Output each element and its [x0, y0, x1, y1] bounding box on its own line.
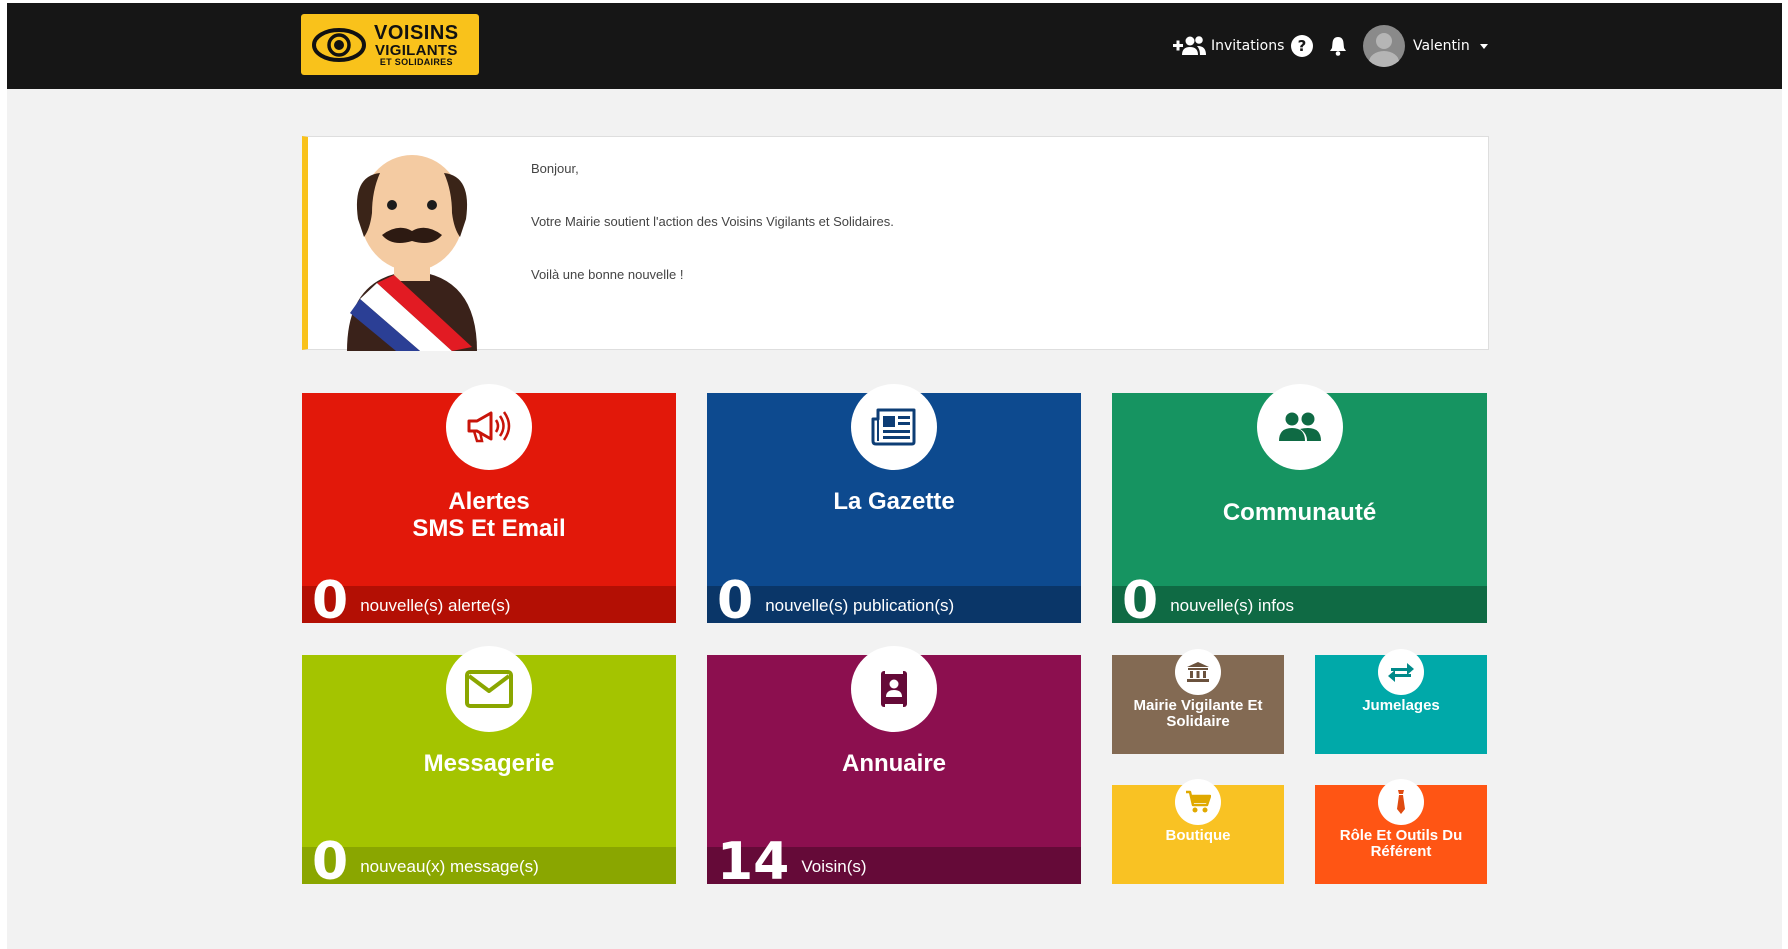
logo-text: VOISINS VIGILANTS ET SOLIDAIRES: [374, 23, 459, 67]
logo-line-1: VOISINS: [374, 22, 459, 44]
messagerie-title: Messagerie: [423, 750, 555, 777]
messagerie-count: 0: [312, 832, 349, 892]
megaphone-icon: [467, 411, 511, 443]
communaute-icon-circle: [1256, 384, 1343, 470]
mairie-icon-circle: [1175, 649, 1221, 695]
alertes-title-line-1: Alertes: [448, 488, 530, 515]
town-hall-icon: [1187, 662, 1209, 682]
referent-title: Rôle Et Outils Du Référent: [1339, 827, 1463, 860]
eye-icon: [312, 28, 366, 62]
gazette-title: La Gazette: [833, 488, 955, 515]
exchange-arrows-icon: [1388, 663, 1414, 682]
contact-book-icon: [881, 671, 907, 707]
invitations-link[interactable]: Invitations: [1173, 3, 1284, 89]
annuaire-icon-circle: [851, 646, 937, 732]
jumelages-title: Jumelages: [1362, 697, 1440, 714]
envelope-icon: [465, 670, 513, 708]
welcome-note: Voilà une bonne nouvelle !: [531, 267, 684, 282]
messagerie-icon-circle: [446, 646, 532, 732]
communaute-label: nouvelle(s) infos: [1170, 596, 1294, 615]
alertes-title: Alertes SMS Et Email: [302, 488, 676, 542]
tie-icon: [1397, 790, 1405, 814]
user-name: Valentin: [1413, 38, 1470, 54]
tile-alertes[interactable]: Alertes SMS Et Email 0 nouvelle(s) alert…: [302, 384, 676, 627]
tile-communaute[interactable]: Communauté 0 nouvelle(s) infos: [1112, 384, 1487, 627]
boutique-icon-circle: [1175, 779, 1221, 825]
communaute-title: Communauté: [1222, 499, 1377, 526]
tile-jumelages[interactable]: Jumelages: [1315, 649, 1487, 754]
add-users-icon: [1173, 36, 1206, 55]
gazette-count: 0: [717, 571, 754, 631]
alertes-footer: 0 nouvelle(s) alerte(s): [302, 575, 676, 627]
tile-messagerie[interactable]: Messagerie 0 nouveau(x) message(s): [302, 646, 676, 888]
tile-annuaire[interactable]: Annuaire 14 Voisin(s): [707, 646, 1081, 888]
tile-referent[interactable]: Rôle Et Outils Du Référent: [1315, 779, 1487, 884]
annuaire-title: Annuaire: [841, 750, 946, 777]
logo[interactable]: VOISINS VIGILANTS ET SOLIDAIRES: [301, 14, 479, 75]
messagerie-label: nouveau(x) message(s): [360, 857, 539, 876]
mayor-illustration: [347, 155, 477, 351]
help-button[interactable]: ?: [1291, 3, 1313, 89]
bell-icon: [1330, 37, 1346, 56]
gazette-footer: 0 nouvelle(s) publication(s): [707, 575, 1081, 627]
welcome-text: Bonjour, Votre Mairie soutient l'action …: [531, 161, 894, 320]
communaute-count: 0: [1122, 571, 1159, 631]
annuaire-label: Voisin(s): [801, 857, 867, 876]
cart-icon: [1186, 790, 1211, 813]
help-icon: ?: [1291, 35, 1313, 57]
top-navbar: VOISINS VIGILANTS ET SOLIDAIRES Invitati…: [7, 3, 1782, 89]
logo-line-3: ET SOLIDAIRES: [379, 57, 453, 67]
newspaper-icon: [871, 408, 916, 446]
gazette-icon-circle: [851, 384, 937, 470]
annuaire-count: 14: [717, 832, 790, 892]
alertes-icon-circle: [446, 384, 532, 470]
people-icon: [1278, 412, 1321, 441]
alertes-count: 0: [312, 571, 349, 631]
tile-gazette[interactable]: La Gazette 0 nouvelle(s) publication(s): [707, 384, 1081, 627]
tile-mairie[interactable]: Mairie Vigilante Et Solidaire: [1112, 649, 1284, 754]
gazette-label: nouvelle(s) publication(s): [765, 596, 955, 615]
avatar: [1363, 25, 1405, 67]
user-menu[interactable]: Valentin: [1363, 3, 1488, 89]
welcome-card: Bonjour, Votre Mairie soutient l'action …: [302, 136, 1489, 351]
mairie-title: Mairie Vigilante Et Solidaire: [1133, 697, 1263, 730]
welcome-greeting: Bonjour,: [531, 161, 579, 176]
invitations-label: Invitations: [1211, 38, 1285, 54]
caret-down-icon: [1479, 43, 1488, 49]
welcome-message: Votre Mairie soutient l'action des Voisi…: [531, 214, 894, 229]
page-frame: VOISINS VIGILANTS ET SOLIDAIRES Invitati…: [7, 3, 1782, 949]
alertes-label: nouvelle(s) alerte(s): [360, 596, 511, 615]
tile-boutique[interactable]: Boutique: [1112, 779, 1284, 884]
annuaire-footer: 14 Voisin(s): [707, 836, 1081, 888]
communaute-footer: 0 nouvelle(s) infos: [1112, 575, 1487, 627]
logo-line-2: VIGILANTS: [374, 42, 458, 59]
messagerie-footer: 0 nouveau(x) message(s): [302, 836, 676, 888]
alertes-title-line-2: SMS Et Email: [412, 515, 566, 542]
boutique-title: Boutique: [1165, 827, 1231, 844]
referent-icon-circle: [1378, 779, 1424, 825]
notifications-button[interactable]: [1329, 3, 1347, 89]
jumelages-icon-circle: [1378, 649, 1424, 695]
